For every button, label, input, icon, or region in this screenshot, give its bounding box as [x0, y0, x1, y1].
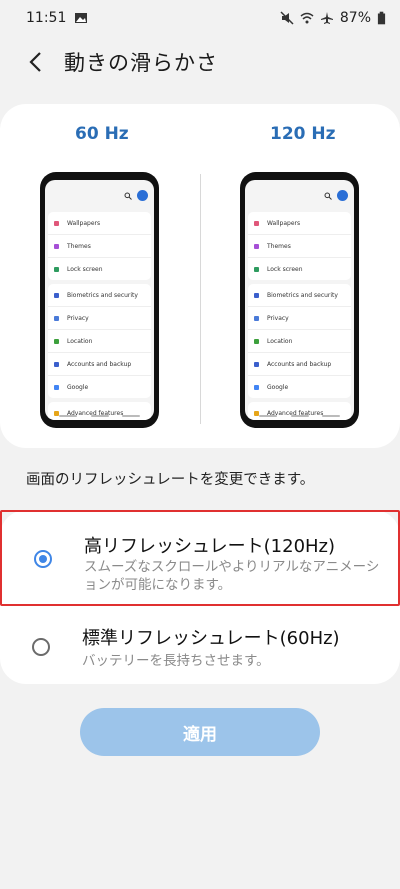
list-item: Accounts and backup: [248, 353, 351, 376]
list-item: Lock screen: [48, 258, 151, 280]
page-title: 動きの滑らかさ: [64, 51, 218, 75]
phone-preview-60hz: Wallpapers Themes Lock screen Biometrics…: [40, 172, 159, 428]
phone-group-2: Biometrics and security Privacy Location…: [248, 284, 351, 398]
preview-60hz-label: 60 Hz: [75, 124, 129, 144]
phone-group-1: Wallpapers Themes Lock screen: [48, 212, 151, 280]
preview-card: 60 Hz 120 Hz Wallpapers Themes Lock scre…: [0, 104, 400, 448]
option-subtitle: スムーズなスクロールやよりリアルなアニメーションが可能になります。: [84, 559, 380, 593]
lock-icon: [254, 266, 259, 272]
option-title: 標準リフレッシュレート(60Hz): [82, 628, 340, 649]
list-item: Privacy: [48, 307, 151, 330]
shield-icon: [54, 292, 59, 298]
lock-icon: [54, 266, 59, 272]
google-icon: [254, 384, 259, 390]
list-item: Wallpapers: [248, 212, 351, 235]
app-bar: 動きの滑らかさ: [0, 40, 400, 84]
list-item: Lock screen: [248, 258, 351, 280]
location-icon: [54, 338, 59, 344]
phone-preview-120hz: Wallpapers Themes Lock screen Biometrics…: [240, 172, 359, 428]
apply-button[interactable]: 適用: [80, 708, 320, 756]
status-right: 87%: [280, 10, 386, 26]
list-item: Google: [48, 376, 151, 398]
list-item: Google: [248, 376, 351, 398]
radio-unselected-icon[interactable]: [32, 638, 50, 656]
list-item: Wallpapers: [48, 212, 151, 235]
phone-group-1: Wallpapers Themes Lock screen: [248, 212, 351, 280]
themes-icon: [254, 243, 259, 249]
preview-120hz-label: 120 Hz: [270, 124, 336, 144]
battery-percent: 87%: [339, 10, 371, 26]
shield-icon: [254, 292, 259, 298]
back-button[interactable]: [14, 40, 58, 84]
phone-screen: Wallpapers Themes Lock screen Biometrics…: [45, 180, 154, 420]
list-item: Accounts and backup: [48, 353, 151, 376]
battery-icon: [377, 11, 386, 25]
option-subtitle: バッテリーを長持ちさせます。: [82, 653, 270, 669]
phone-navbar: [45, 412, 154, 420]
chevron-left-icon: [29, 52, 41, 72]
preview-divider: [200, 174, 201, 424]
phone-top-bar: [45, 180, 154, 212]
list-item: Privacy: [248, 307, 351, 330]
phone-screen: Wallpapers Themes Lock screen Biometrics…: [245, 180, 354, 420]
list-item: Location: [48, 330, 151, 353]
list-item: Themes: [48, 235, 151, 258]
list-item: Biometrics and security: [248, 284, 351, 307]
avatar: [337, 190, 348, 201]
location-icon: [254, 338, 259, 344]
wallpaper-icon: [54, 220, 59, 226]
option-standard-refresh-rate[interactable]: 標準リフレッシュレート(60Hz) バッテリーを長持ちさせます。: [0, 610, 400, 684]
description-text: 画面のリフレッシュレートを変更できます。: [26, 472, 315, 488]
search-icon: [124, 192, 132, 200]
airplane-icon: [320, 12, 333, 24]
avatar: [137, 190, 148, 201]
themes-icon: [54, 243, 59, 249]
option-title: 高リフレッシュレート(120Hz): [84, 536, 336, 557]
search-icon: [324, 192, 332, 200]
image-icon: [75, 13, 88, 23]
wallpaper-icon: [254, 220, 259, 226]
status-bar: 11:51 87%: [0, 0, 400, 36]
mute-icon: [280, 11, 294, 25]
privacy-icon: [254, 315, 259, 321]
list-item: Biometrics and security: [48, 284, 151, 307]
status-left: 11:51: [26, 10, 88, 26]
wifi-icon: [300, 12, 314, 24]
list-item: Themes: [248, 235, 351, 258]
phone-navbar: [245, 412, 354, 420]
radio-selected-icon[interactable]: [34, 550, 52, 568]
key-icon: [54, 361, 59, 367]
key-icon: [254, 361, 259, 367]
list-item: Location: [248, 330, 351, 353]
privacy-icon: [54, 315, 59, 321]
status-time: 11:51: [26, 10, 67, 26]
phone-top-bar: [245, 180, 354, 212]
option-high-refresh-rate[interactable]: 高リフレッシュレート(120Hz) スムーズなスクロールやよりリアルなアニメーシ…: [0, 510, 400, 606]
google-icon: [54, 384, 59, 390]
phone-group-2: Biometrics and security Privacy Location…: [48, 284, 151, 398]
refresh-rate-options: 高リフレッシュレート(120Hz) スムーズなスクロールやよりリアルなアニメーシ…: [0, 510, 400, 684]
